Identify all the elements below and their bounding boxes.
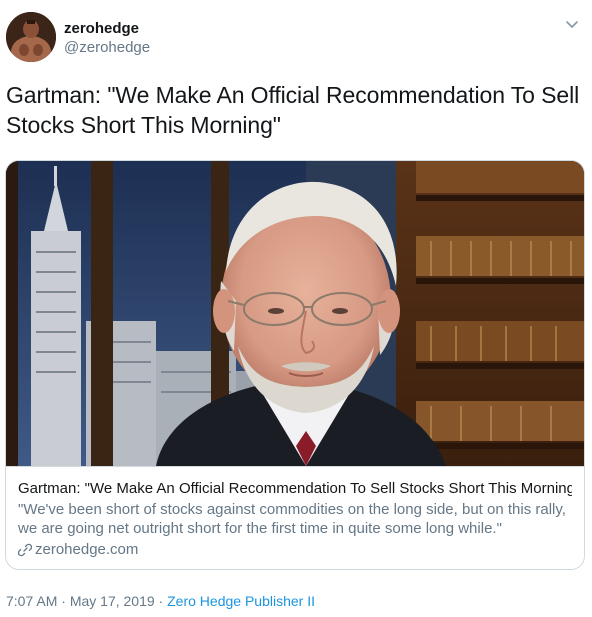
tweet-time[interactable]: 7:07 AM: [6, 593, 57, 609]
chevron-down-icon[interactable]: [564, 16, 580, 32]
tweet-container: zerohedge @zerohedge Gartman: "We Make A…: [0, 0, 592, 617]
card-title: Gartman: "We Make An Official Recommenda…: [18, 480, 572, 497]
user-handle[interactable]: @zerohedge: [64, 38, 150, 58]
tweet-text: Gartman: "We Make An Official Recommenda…: [6, 82, 580, 138]
display-name[interactable]: zerohedge: [64, 20, 150, 38]
card-description: "We've been short of stocks against comm…: [18, 501, 566, 537]
tweet-source-link[interactable]: Zero Hedge Publisher II: [167, 593, 315, 609]
link-card[interactable]: Gartman: "We Make An Official Recommenda…: [5, 160, 585, 570]
user-names: zerohedge @zerohedge: [64, 20, 150, 58]
tweet-meta: 7:07 AM · May 17, 2019 · Zero Hedge Publ…: [6, 592, 315, 610]
card-body: Gartman: "We Make An Official Recommenda…: [6, 466, 584, 569]
tweet-header: zerohedge @zerohedge: [6, 12, 586, 68]
card-domain-text: zerohedge.com: [35, 541, 139, 558]
avatar[interactable]: [6, 12, 56, 62]
tweet-date[interactable]: May 17, 2019: [70, 593, 155, 609]
avatar-image-icon: [6, 12, 56, 62]
card-image: [6, 161, 584, 466]
card-domain: zerohedge.com: [18, 540, 572, 560]
link-icon: [18, 543, 32, 557]
meta-separator-2: ·: [154, 593, 168, 609]
meta-separator: ·: [57, 593, 70, 609]
